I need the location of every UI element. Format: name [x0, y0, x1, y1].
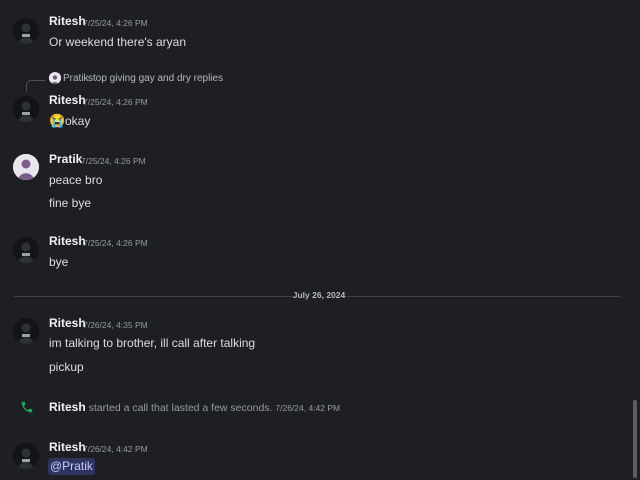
user-mention[interactable]: @Pratik: [48, 458, 95, 475]
scrollbar-thumb[interactable]: [633, 400, 637, 478]
avatar[interactable]: [13, 443, 39, 469]
message-timestamp: 7/25/24, 4:26 PM: [81, 156, 146, 166]
message-text: pickup: [49, 360, 84, 374]
avatar[interactable]: [13, 154, 39, 180]
reply-text[interactable]: stop giving gay and dry replies: [88, 73, 223, 84]
message-timestamp: 7/25/24, 4:26 PM: [83, 238, 148, 248]
crying-emoji: 😭: [49, 113, 66, 128]
message-text: peace bro: [49, 173, 103, 187]
user-avatar-icon: [13, 237, 39, 263]
avatar[interactable]: [13, 18, 39, 44]
message-text: fine bye: [49, 196, 92, 210]
phone-icon: [20, 400, 34, 414]
avatar[interactable]: [13, 96, 39, 122]
avatar[interactable]: [13, 318, 39, 344]
message-text: im talking to brother, ill call after ta…: [49, 336, 256, 350]
avatar[interactable]: [13, 237, 39, 263]
message-text: okay: [65, 114, 91, 128]
chat-messages: Ritesh 7/25/24, 4:26 PM Or weekend there…: [0, 0, 640, 480]
reply-connector: [26, 80, 45, 91]
message-timestamp: 7/25/24, 4:26 PM: [83, 97, 148, 107]
call-event-timestamp: 7/26/24, 4:42 PM: [275, 403, 341, 413]
user-avatar-icon: [13, 154, 39, 180]
call-event-text: started a call that lasted a few seconds…: [88, 402, 273, 414]
user-avatar-icon: [13, 18, 39, 44]
reply-author[interactable]: Pratik: [63, 73, 89, 84]
message-author[interactable]: Ritesh: [49, 440, 86, 454]
reply-avatar-icon: [49, 73, 61, 84]
user-avatar-icon: [13, 318, 39, 344]
message-timestamp: 7/26/24, 4:42 PM: [83, 444, 148, 454]
user-avatar-icon: [13, 96, 39, 122]
message-author[interactable]: Ritesh: [49, 316, 86, 330]
message-timestamp: 7/25/24, 4:26 PM: [83, 18, 148, 28]
call-event: Ritesh started a call that lasted a few …: [49, 400, 340, 414]
message-timestamp: 7/26/24, 4:35 PM: [83, 320, 148, 330]
message-author[interactable]: Pratik: [49, 152, 82, 166]
call-author[interactable]: Ritesh: [49, 400, 86, 414]
date-divider: July 26, 2024: [292, 290, 346, 300]
message-author[interactable]: Ritesh: [49, 14, 86, 28]
reply-avatar[interactable]: [49, 72, 61, 84]
message-text: Or weekend there's aryan: [49, 35, 187, 49]
message-author[interactable]: Ritesh: [49, 93, 86, 107]
user-avatar-icon: [13, 443, 39, 469]
message-author[interactable]: Ritesh: [49, 234, 86, 248]
message-text: bye: [49, 255, 69, 269]
